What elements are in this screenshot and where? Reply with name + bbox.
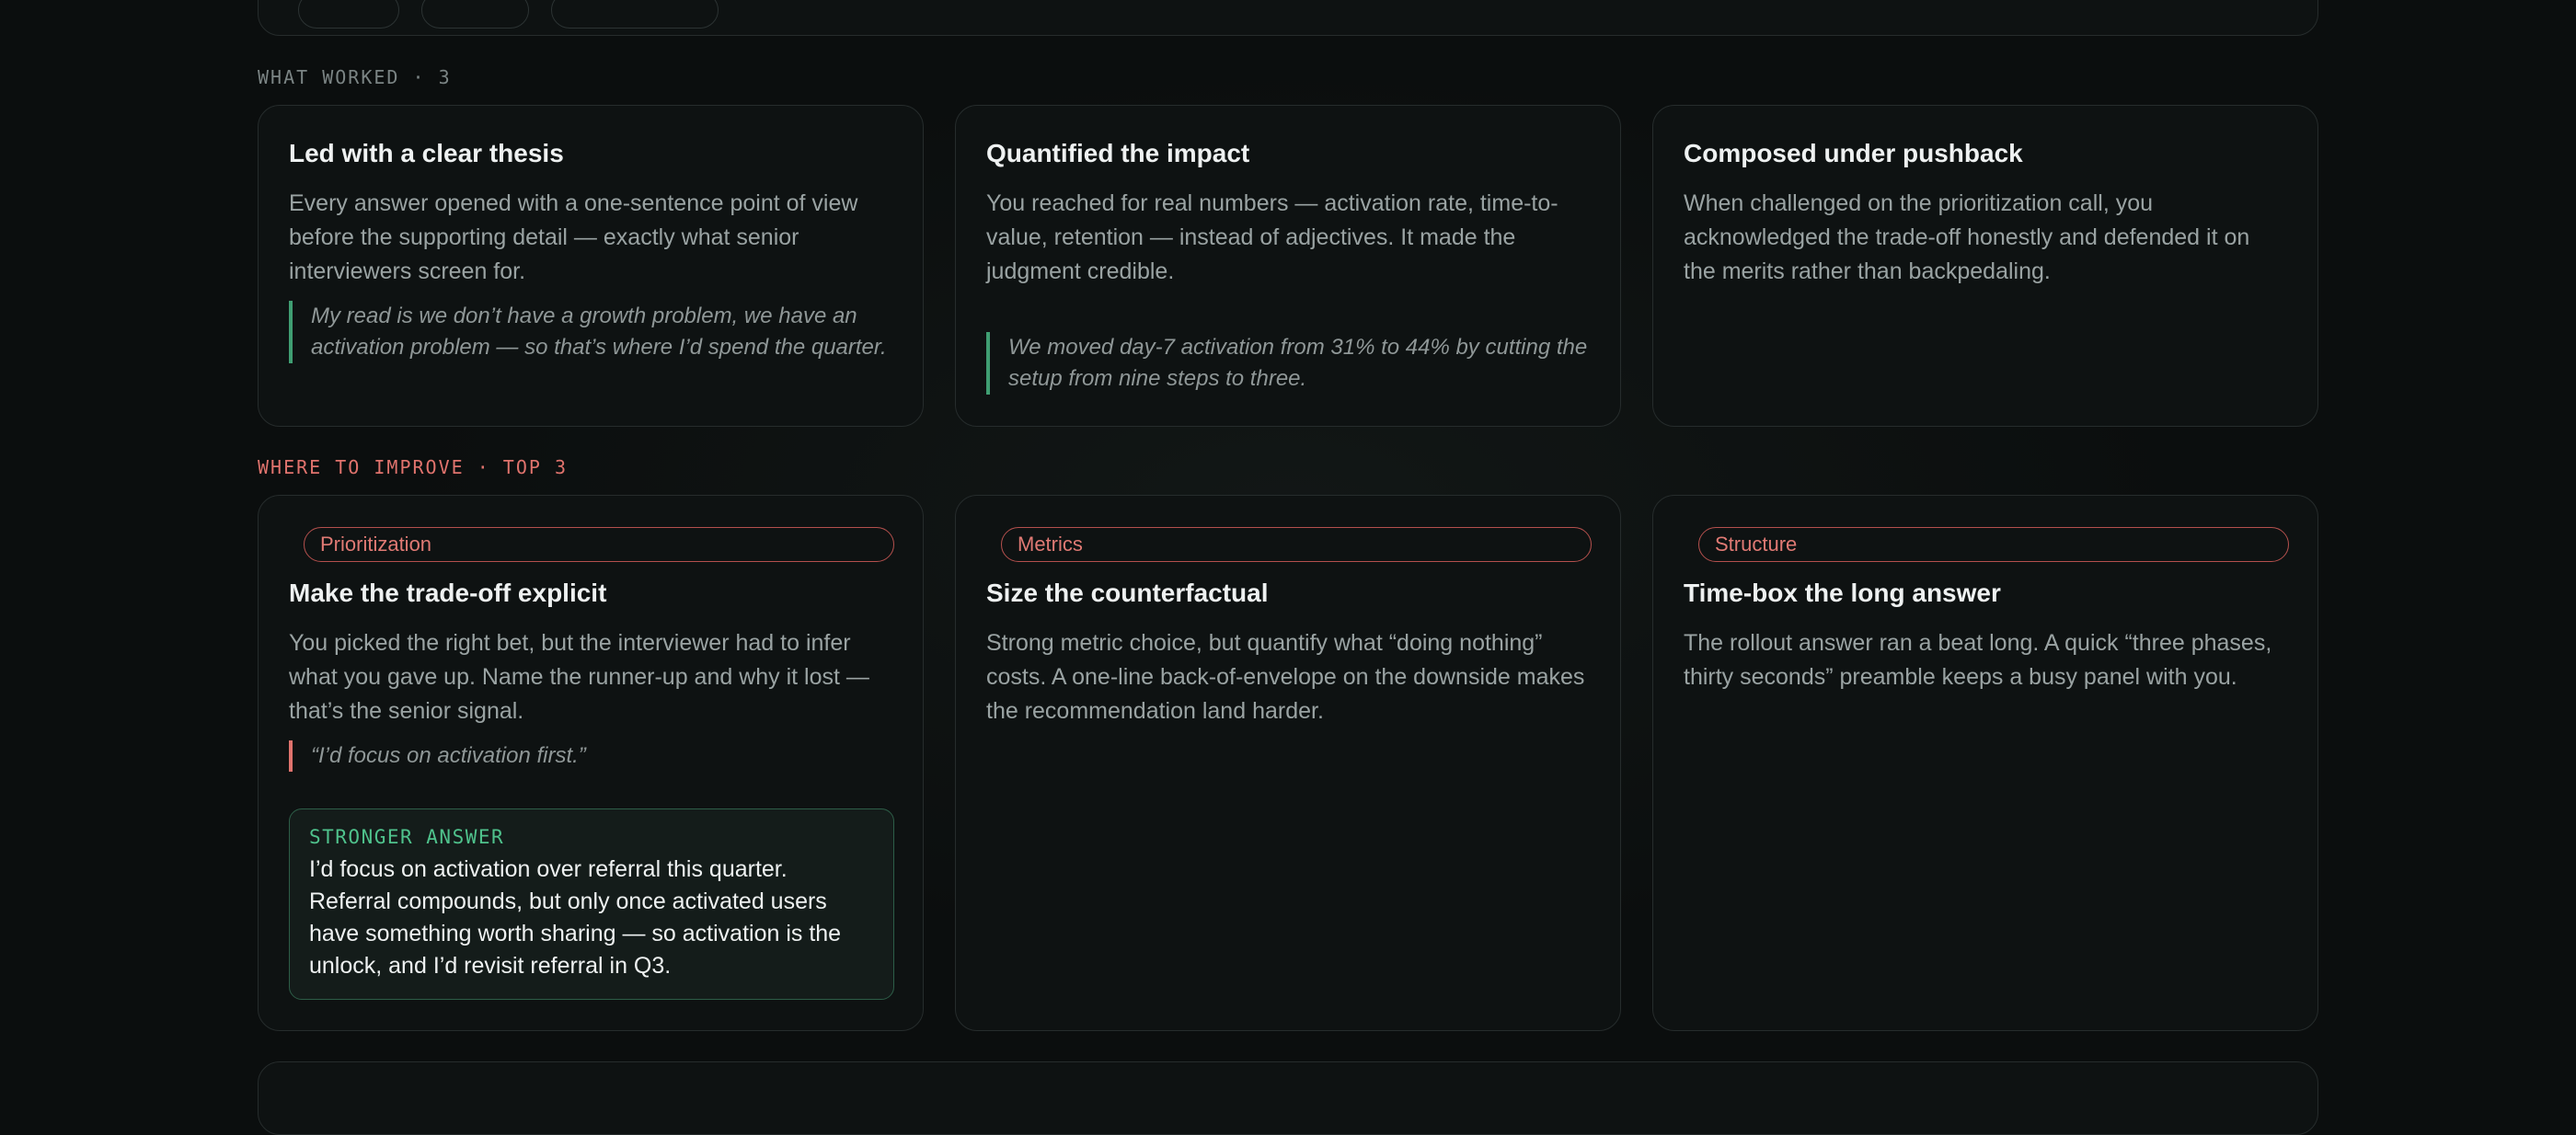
card-title: Composed under pushback xyxy=(1684,139,2023,167)
summary-panel xyxy=(258,0,2318,36)
improvement-card: Prioritization Make the trade-off explic… xyxy=(258,495,924,1031)
summary-chip[interactable] xyxy=(551,0,719,29)
category-tag: Prioritization xyxy=(304,527,894,562)
evidence-quote: We moved day-7 activation from 31% to 44… xyxy=(986,332,1590,395)
where-to-improve-heading: WHERE TO IMPROVE · TOP 3 xyxy=(258,456,568,478)
card-body: You reached for real numbers — activatio… xyxy=(986,190,1558,284)
card-body: The rollout answer ran a beat long. A qu… xyxy=(1684,630,2272,690)
strength-card: Composed under pushback When challenged … xyxy=(1652,105,2318,427)
improvement-card: Structure Time-box the long answer The r… xyxy=(1652,495,2318,1031)
card-title: Time-box the long answer xyxy=(1684,579,2001,607)
stronger-answer-label: STRONGER ANSWER xyxy=(309,826,505,848)
card-title: Quantified the impact xyxy=(986,139,1250,167)
card-body: You picked the right bet, but the interv… xyxy=(289,630,869,724)
summary-chip[interactable] xyxy=(421,0,529,29)
strength-card: Quantified the impact You reached for re… xyxy=(955,105,1621,427)
evidence-quote: My read is we don’t have a growth proble… xyxy=(289,301,892,363)
card-title: Led with a clear thesis xyxy=(289,139,564,167)
card-body: Every answer opened with a one-sentence … xyxy=(289,190,858,284)
card-title: Size the counterfactual xyxy=(986,579,1269,607)
stronger-answer-text: I’d focus on activation over referral th… xyxy=(309,856,842,979)
category-tag: Structure xyxy=(1698,527,2289,562)
strength-card: Led with a clear thesis Every answer ope… xyxy=(258,105,924,427)
what-worked-heading: WHAT WORKED · 3 xyxy=(258,66,452,88)
card-title: Make the trade-off explicit xyxy=(289,579,607,607)
original-quote: “I’d focus on activation first.” xyxy=(289,740,892,772)
per-question-panel xyxy=(258,1061,2318,1135)
stronger-answer-box: STRONGER ANSWER I’d focus on activation … xyxy=(289,808,894,1000)
feedback-report: WHAT WORKED · 3 Led with a clear thesis … xyxy=(258,0,2318,1135)
summary-chip[interactable] xyxy=(298,0,399,29)
card-body: Strong metric choice, but quantify what … xyxy=(986,630,1585,724)
card-body: When challenged on the prioritization ca… xyxy=(1684,190,2250,284)
category-tag: Metrics xyxy=(1001,527,1592,562)
improvement-card: Metrics Size the counterfactual Strong m… xyxy=(955,495,1621,1031)
